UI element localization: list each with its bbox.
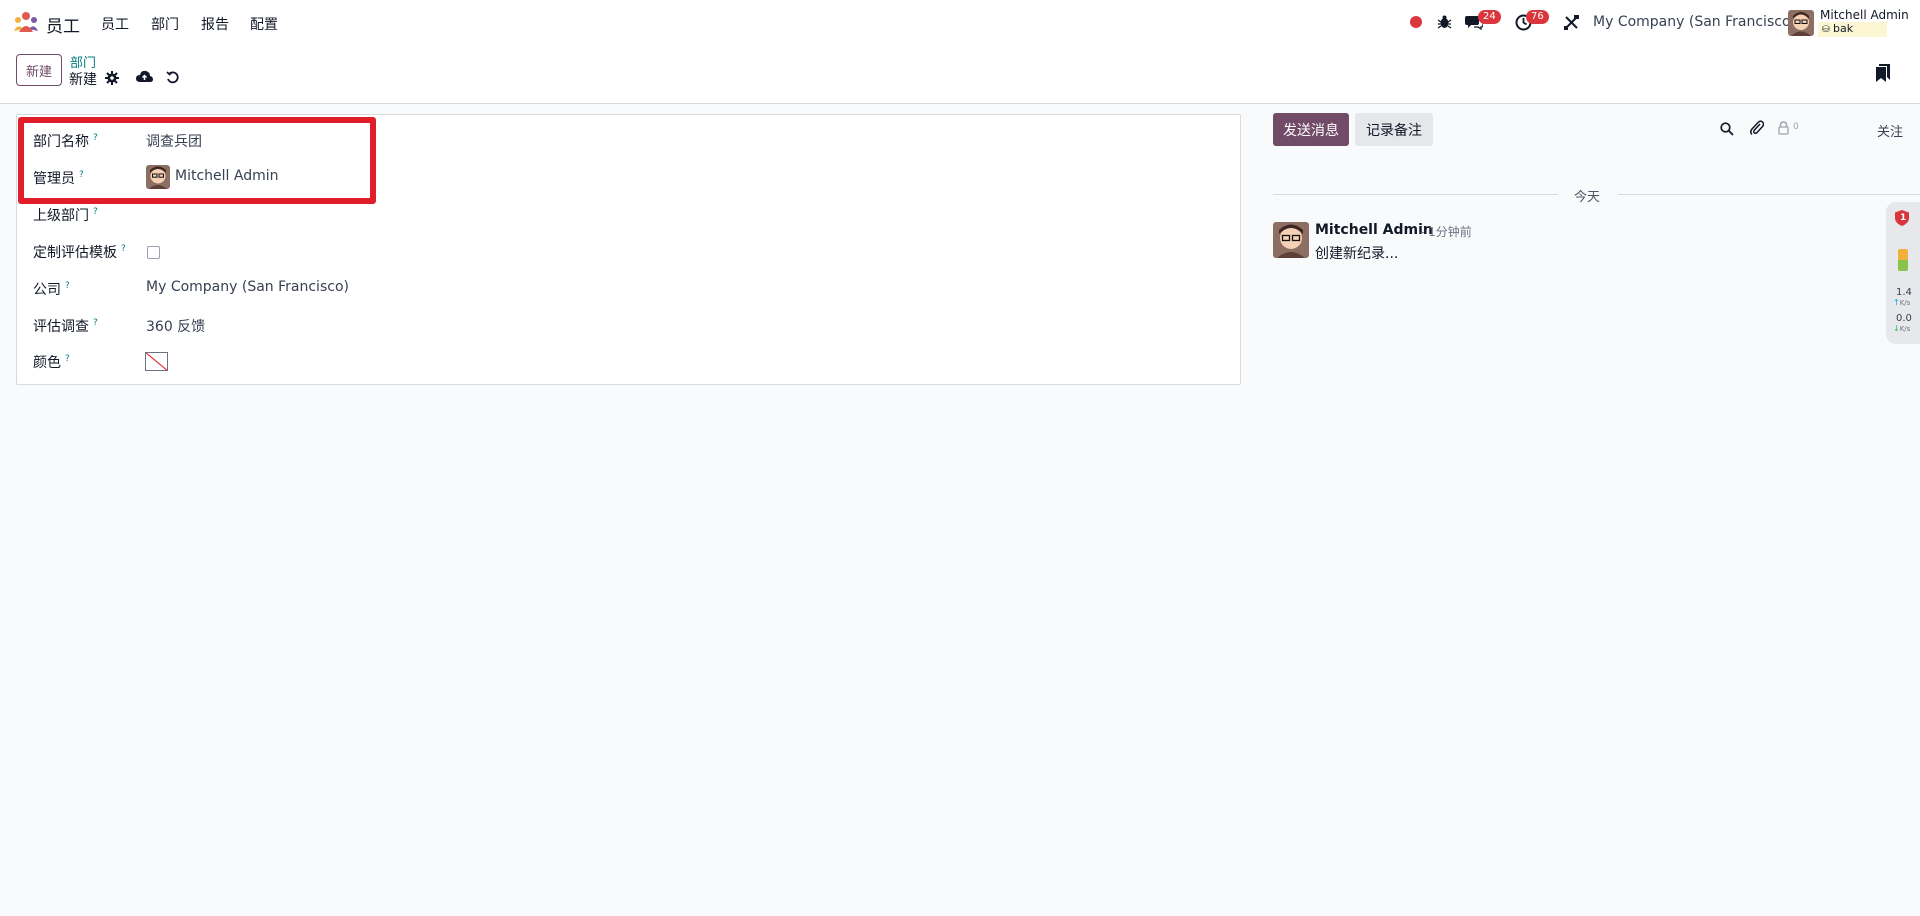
follower-lock-icon[interactable] (1778, 121, 1789, 135)
tools-icon[interactable] (1564, 15, 1579, 30)
top-navbar: 员工 员工 部门 报告 配置 24 76 My Company (San Fra… (0, 0, 1920, 46)
field-parent-department: 上级部门? (17, 199, 1242, 229)
database-name: bak (1833, 22, 1854, 35)
field-label: 部门名称? (33, 133, 98, 150)
help-tooltip-icon[interactable]: ? (121, 244, 126, 254)
help-tooltip-icon[interactable]: ? (93, 207, 98, 217)
upload-unit: ↑K/s (1893, 298, 1911, 307)
message-author-avatar[interactable] (1273, 222, 1309, 258)
menu-employees[interactable]: 员工 (101, 14, 129, 34)
help-tooltip-icon[interactable]: ? (65, 354, 70, 364)
debug-bug-icon[interactable] (1437, 14, 1452, 30)
company-input[interactable]: My Company (San Francisco) (146, 279, 349, 295)
field-label: 公司? (33, 281, 70, 298)
chat-badge: 24 (1478, 10, 1501, 24)
form-sheet: 部门名称? 调查兵团 管理员? Mitchell Admin 上级部门? 定制评… (16, 114, 1241, 385)
color-picker[interactable] (145, 352, 168, 371)
field-company: 公司? My Company (San Francisco) (17, 273, 1242, 303)
app-name[interactable]: 员工 (46, 12, 80, 37)
paperclip-icon[interactable] (1750, 120, 1764, 136)
field-custom-appraisal-template: 定制评估模板? (17, 236, 1242, 266)
field-label: 管理员? (33, 170, 84, 187)
control-panel: 新建 部门 新建 (0, 46, 1920, 104)
field-label: 评估调查? (33, 318, 98, 335)
date-separator: 今天 (1574, 190, 1601, 205)
log-note-button[interactable]: 记录备注 (1355, 113, 1433, 146)
field-label: 定制评估模板? (33, 244, 126, 261)
bookmark-icon[interactable] (1876, 64, 1890, 82)
upload-arrow-icon: ↑ (1893, 298, 1900, 307)
help-tooltip-icon[interactable]: ? (65, 281, 70, 291)
field-color: 颜色? (17, 346, 1242, 376)
message-author[interactable]: Mitchell Admin (1315, 222, 1433, 238)
search-icon[interactable] (1720, 122, 1734, 136)
battery-indicator-icon (1898, 249, 1908, 271)
download-unit: ↓K/s (1893, 324, 1911, 333)
database-icon: ⛁ (1822, 25, 1830, 35)
message-time: - 1分钟前 (1420, 225, 1472, 239)
record-icon[interactable] (1410, 16, 1422, 28)
user-name[interactable]: Mitchell Admin (1820, 8, 1909, 22)
upload-speed: 1.4 (1896, 287, 1912, 298)
field-manager: 管理员? Mitchell Admin (17, 162, 1242, 192)
company-switcher[interactable]: My Company (San Francisco) (1593, 14, 1796, 30)
followers-count: 0 (1793, 122, 1799, 132)
message-body: 创建新纪录... (1315, 246, 1399, 262)
activity-badge: 76 (1526, 10, 1549, 24)
new-button[interactable]: 新建 (16, 54, 63, 86)
user-avatar[interactable] (1788, 10, 1814, 36)
help-tooltip-icon[interactable]: ? (93, 318, 98, 328)
menu-configuration[interactable]: 配置 (250, 14, 278, 34)
field-label: 颜色? (33, 354, 70, 371)
database-tag: ⛁ bak (1818, 22, 1888, 37)
gear-icon[interactable] (105, 71, 119, 85)
date-divider-line (1618, 194, 1920, 195)
cloud-save-icon[interactable] (136, 70, 153, 84)
help-tooltip-icon[interactable]: ? (93, 133, 98, 143)
department-name-input[interactable]: 调查兵团 (146, 131, 202, 151)
field-department-name: 部门名称? 调查兵团 (17, 125, 1242, 155)
custom-appraisal-checkbox[interactable] (147, 246, 160, 259)
appraisal-survey-input[interactable]: 360 反馈 (146, 316, 205, 336)
send-message-button[interactable]: 发送消息 (1273, 113, 1349, 146)
breadcrumb-current: 新建 (69, 72, 97, 88)
parent-department-input[interactable] (146, 205, 446, 225)
menu-departments[interactable]: 部门 (151, 14, 179, 34)
discard-undo-icon[interactable] (166, 71, 179, 84)
follow-button[interactable]: 关注 (1877, 121, 1903, 140)
download-arrow-icon: ↓ (1893, 324, 1900, 333)
manager-avatar[interactable] (146, 165, 170, 189)
app-logo-icon[interactable] (12, 11, 40, 33)
help-tooltip-icon[interactable]: ? (79, 170, 84, 180)
field-appraisal-survey: 评估调查? 360 反馈 (17, 310, 1242, 340)
manager-input[interactable]: Mitchell Admin (175, 168, 279, 184)
field-label: 上级部门? (33, 207, 98, 224)
menu-reports[interactable]: 报告 (201, 14, 229, 34)
download-speed: 0.0 (1896, 313, 1912, 324)
alert-count: 1 (1900, 213, 1907, 223)
date-divider-line (1273, 194, 1558, 195)
